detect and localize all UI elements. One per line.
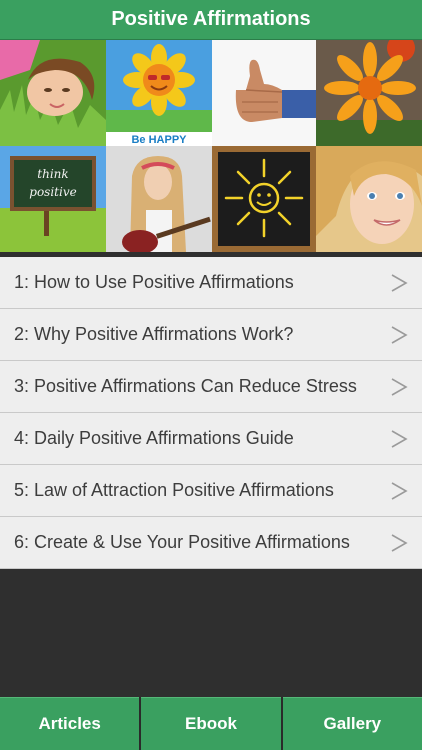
chevron-right-icon <box>391 533 408 552</box>
article-title: 3: Positive Affirmations Can Reduce Stre… <box>14 376 357 396</box>
chevron-right-icon <box>391 273 408 292</box>
svg-text:positive: positive <box>29 185 76 199</box>
list-item[interactable]: 5: Law of Attraction Positive Affirmatio… <box>0 465 422 517</box>
orange-flower-photo[interactable] <box>316 40 422 146</box>
sunflower-caption: Be HAPPY <box>131 134 187 146</box>
chevron-right-icon <box>391 325 408 344</box>
photo-gallery: Be HAPPY think positive <box>0 40 422 252</box>
tab-bar: Articles Ebook Gallery <box>0 697 422 750</box>
woman-in-grass-photo[interactable] <box>0 40 106 146</box>
article-title: 5: Law of Attraction Positive Affirmatio… <box>14 480 334 500</box>
tab-label: Gallery <box>323 714 382 733</box>
tab-label: Ebook <box>185 714 237 733</box>
tab-ebook[interactable]: Ebook <box>141 697 281 750</box>
app-header: Positive Affirmations <box>0 0 422 40</box>
chalk-sun-photo[interactable] <box>212 146 316 252</box>
page-title: Positive Affirmations <box>111 8 311 30</box>
chevron-right-icon <box>391 481 408 500</box>
article-title: 4: Daily Positive Affirmations Guide <box>14 428 294 448</box>
article-title: 6: Create & Use Your Positive Affirmatio… <box>14 532 350 552</box>
article-title: 2: Why Positive Affirmations Work? <box>14 324 294 344</box>
thumbs-up-photo[interactable] <box>212 40 316 146</box>
tab-gallery[interactable]: Gallery <box>282 697 422 750</box>
tab-articles[interactable]: Articles <box>0 697 140 750</box>
smiling-sunflower-photo[interactable]: Be HAPPY <box>106 40 212 146</box>
list-item[interactable]: 3: Positive Affirmations Can Reduce Stre… <box>0 361 422 413</box>
svg-text:think: think <box>37 167 68 181</box>
article-list: 1: How to Use Positive Affirmations 2: W… <box>0 257 422 569</box>
girl-with-guitar-photo[interactable] <box>106 146 212 252</box>
think-positive-chalkboard-photo[interactable]: think positive <box>0 146 106 252</box>
chevron-right-icon <box>391 377 408 396</box>
list-item[interactable]: 2: Why Positive Affirmations Work? <box>0 309 422 361</box>
list-item[interactable]: 6: Create & Use Your Positive Affirmatio… <box>0 517 422 569</box>
list-item[interactable]: 4: Daily Positive Affirmations Guide <box>0 413 422 465</box>
tab-label: Articles <box>38 714 101 733</box>
list-item[interactable]: 1: How to Use Positive Affirmations <box>0 257 422 309</box>
smiling-child-photo[interactable] <box>316 146 422 252</box>
article-title: 1: How to Use Positive Affirmations <box>14 272 294 292</box>
chevron-right-icon <box>391 429 408 448</box>
